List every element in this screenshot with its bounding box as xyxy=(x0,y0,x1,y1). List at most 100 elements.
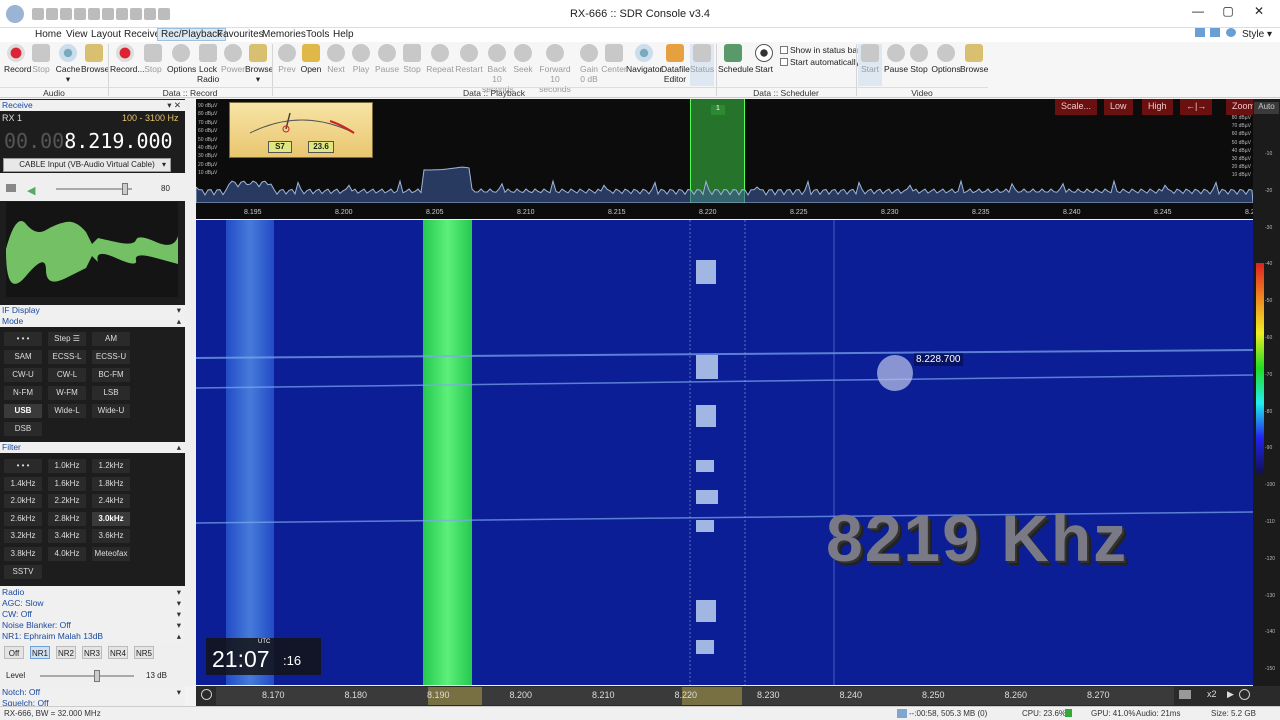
cw-row[interactable]: CW: Off ▾ xyxy=(0,609,185,620)
video-stop-button[interactable]: Stop xyxy=(908,44,930,74)
filter-option[interactable]: 3.8kHz xyxy=(4,547,42,561)
filter-option[interactable]: 2.0kHz xyxy=(4,494,42,509)
filter-option[interactable]: 3.4kHz xyxy=(48,529,86,544)
minimize-button[interactable]: — xyxy=(1183,4,1213,22)
menu-favourites[interactable]: Favourites xyxy=(217,29,264,40)
mode-option[interactable]: • • • xyxy=(4,332,42,346)
screen-icon[interactable] xyxy=(1210,28,1221,37)
auto-button[interactable]: Auto xyxy=(1254,102,1279,114)
filter-option[interactable]: Meteofax xyxy=(92,547,130,561)
nr-button[interactable]: Off xyxy=(4,646,24,659)
filter-option[interactable]: 1.0kHz xyxy=(48,459,86,473)
next-button[interactable]: Next xyxy=(325,44,347,74)
seek-button[interactable]: Seek xyxy=(513,44,533,74)
speaker-icon[interactable]: ◀ xyxy=(27,184,35,197)
center-button[interactable]: Center xyxy=(601,44,627,74)
help-icon[interactable] xyxy=(1226,28,1237,37)
schedule-button[interactable]: Schedule xyxy=(718,44,753,74)
filter-option[interactable]: SSTV xyxy=(4,564,42,579)
frequency-display[interactable]: 00.008.219.000 xyxy=(4,129,173,153)
notch-row[interactable]: Notch: Off ▾ xyxy=(0,687,185,698)
datafile-editor-button[interactable]: Datafile Editor xyxy=(661,44,690,84)
layout-icon[interactable] xyxy=(1194,28,1205,37)
filter-option[interactable]: 2.4kHz xyxy=(92,494,130,509)
waterfall-display[interactable]: 8.228.700 8219 Khz UTC 21:07 :16 xyxy=(196,220,1254,685)
filter-option[interactable]: 2.2kHz xyxy=(48,494,86,509)
spectrum-display[interactable]: S7 23.6 1 90 dBµV 80 dBµV 70 dBµV 60 dBµV 50… xyxy=(196,99,1262,219)
start-automatically-checkbox[interactable]: Start automatically xyxy=(780,57,860,67)
close-icon[interactable]: ▾ ✕ xyxy=(167,100,181,111)
mode-option[interactable]: BC-FM xyxy=(92,368,130,382)
prev-button[interactable]: Prev xyxy=(276,44,298,74)
video-options-button[interactable]: Options xyxy=(931,44,961,74)
pause-button[interactable]: Pause xyxy=(375,44,399,74)
nr-button[interactable]: NR2 xyxy=(56,646,76,659)
receive-header[interactable]: Receive ▾ ✕ xyxy=(0,100,185,111)
mode-option[interactable]: W-FM xyxy=(48,386,86,400)
restore-button[interactable]: ▢ xyxy=(1213,4,1243,22)
video-start-button[interactable]: Start xyxy=(858,44,882,86)
waterfall-icon[interactable] xyxy=(1179,690,1191,699)
menu-home[interactable]: Home xyxy=(35,29,62,40)
record-data-button[interactable]: Record... xyxy=(110,44,145,74)
filter-option[interactable]: 1.2kHz xyxy=(92,459,130,473)
menu-layout[interactable]: Layout xyxy=(91,29,121,40)
filter-option[interactable]: 1.6kHz xyxy=(48,476,86,491)
filter-option[interactable]: 2.8kHz xyxy=(48,511,86,526)
menu-view[interactable]: View xyxy=(66,29,88,40)
video-browse-button[interactable]: Browse xyxy=(960,44,988,74)
mode-option[interactable]: Wide-U xyxy=(92,404,130,418)
mode-option[interactable]: DSB xyxy=(4,422,42,436)
level-thumb[interactable] xyxy=(94,670,100,682)
mode-option[interactable]: LSB xyxy=(92,386,130,400)
close-button[interactable]: ✕ xyxy=(1244,4,1274,22)
filter-option[interactable]: 2.6kHz xyxy=(4,511,42,526)
radio-header[interactable]: Radio ▾ xyxy=(0,587,185,598)
volume-slider[interactable] xyxy=(56,183,132,195)
lock-radio-button[interactable]: Lock Radio xyxy=(197,44,219,84)
stop-audio-button[interactable]: Stop xyxy=(30,44,52,74)
noise-blanker-row[interactable]: Noise Blanker: Off ▾ xyxy=(0,620,185,631)
show-in-status-bar-checkbox[interactable]: Show in status bar xyxy=(780,45,860,55)
filter-option[interactable]: 1.4kHz xyxy=(4,476,42,491)
if-display-header[interactable]: IF Display ▾ xyxy=(0,305,185,316)
filter-option[interactable]: • • • xyxy=(4,459,42,473)
mode-option[interactable]: N-FM xyxy=(4,386,42,400)
menu-rec-playback[interactable]: Rec/Playback xyxy=(157,28,227,41)
mode-option[interactable]: Step ☰ xyxy=(48,332,86,346)
status-button[interactable]: Status xyxy=(690,44,714,86)
frequency-axis[interactable]: x2 ▶ 8.170 8.180 8.190 8.200 8.210 8.220 8.230… xyxy=(196,686,1280,706)
zoom-level[interactable]: x2 xyxy=(1207,689,1217,699)
nr-button[interactable]: NR5 xyxy=(134,646,154,659)
filter-header[interactable]: Filter ▴ xyxy=(0,442,185,453)
tuning-cursor[interactable] xyxy=(877,355,913,391)
spectrum-scale-button[interactable]: Low xyxy=(1104,99,1133,115)
panel-divider[interactable] xyxy=(185,99,196,686)
menu-receive[interactable]: Receive xyxy=(124,29,160,40)
browse-audio-button[interactable]: Browse xyxy=(81,44,109,74)
spectrum-scale-button[interactable]: High xyxy=(1142,99,1173,115)
agc-row[interactable]: AGC: Slow ▾ xyxy=(0,598,185,609)
options-button[interactable]: Options xyxy=(167,44,196,74)
video-pause-button[interactable]: Pause xyxy=(884,44,908,74)
volume-thumb[interactable] xyxy=(122,183,128,195)
colour-scale[interactable] xyxy=(1256,263,1264,473)
mode-header[interactable]: Mode ▴ xyxy=(0,316,185,327)
menu-tools[interactable]: Tools xyxy=(306,29,329,40)
mode-option[interactable]: Wide-L xyxy=(48,404,86,418)
mode-option[interactable]: ECSS-U xyxy=(92,350,130,364)
minus-zoom-icon[interactable] xyxy=(201,689,212,700)
mode-option[interactable]: USB xyxy=(4,404,42,418)
nr-button[interactable]: NR1 xyxy=(30,646,50,659)
nr-button[interactable]: NR3 xyxy=(82,646,102,659)
restart-button[interactable]: Restart xyxy=(455,44,483,74)
play-button[interactable]: Play xyxy=(350,44,372,74)
level-slider[interactable] xyxy=(40,670,134,682)
mode-option[interactable]: SAM xyxy=(4,350,42,364)
nr-button[interactable]: NR4 xyxy=(108,646,128,659)
scheduler-start-button[interactable]: Start xyxy=(752,44,776,74)
power-button[interactable]: Power xyxy=(221,44,245,74)
spectrum-scale-button[interactable]: Scale... xyxy=(1055,99,1098,115)
filter-option[interactable]: 1.8kHz xyxy=(92,476,130,491)
filter-option[interactable]: 3.0kHz xyxy=(92,511,130,526)
